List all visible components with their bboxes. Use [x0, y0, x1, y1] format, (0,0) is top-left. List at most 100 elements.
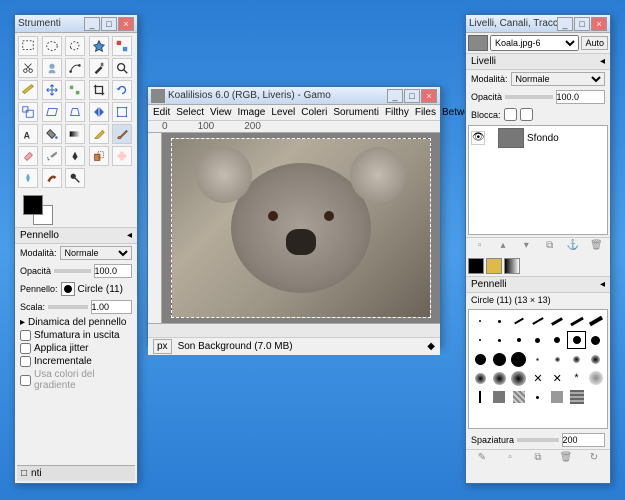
layers-titlebar[interactable]: Livelli, Canali, Tracciati, Annulla - P.…	[466, 15, 610, 33]
layer-name[interactable]: Sfondo	[527, 133, 559, 144]
brush-item[interactable]	[548, 312, 566, 330]
delete-brush-icon[interactable]: 🗑	[559, 452, 573, 466]
opacity-value[interactable]	[94, 264, 132, 278]
brush-item[interactable]	[471, 369, 489, 387]
close-button[interactable]: ×	[421, 89, 437, 103]
doc-dropdown[interactable]: Koala.jpg-6	[490, 35, 579, 51]
tool-measure[interactable]	[18, 80, 38, 100]
tool-cage[interactable]	[112, 102, 132, 122]
tool-heal[interactable]	[112, 146, 132, 166]
brush-item[interactable]	[490, 388, 508, 406]
tool-bucket-fill[interactable]	[42, 124, 62, 144]
menu-tools[interactable]: Sorumenti	[333, 107, 379, 118]
layer-opacity-value[interactable]	[556, 90, 605, 104]
duplicate-brush-icon[interactable]: ⧉	[531, 452, 545, 466]
tool-rotate[interactable]	[112, 80, 132, 100]
menu-icon[interactable]: ◂	[600, 56, 605, 67]
brush-item[interactable]	[490, 350, 508, 368]
lock-alpha-checkbox[interactable]	[520, 108, 533, 121]
tool-crop[interactable]	[89, 80, 109, 100]
menu-files[interactable]: Files	[415, 107, 436, 118]
tool-foreground-select[interactable]	[42, 58, 62, 78]
tool-color-picker[interactable]	[89, 58, 109, 78]
brush-item[interactable]	[529, 350, 547, 368]
gradient-preview[interactable]	[504, 258, 520, 274]
menu-image[interactable]: Image	[238, 107, 266, 118]
maximize-button[interactable]: □	[101, 17, 117, 31]
delete-layer-icon[interactable]: 🗑	[589, 240, 603, 254]
brush-item[interactable]	[529, 388, 547, 406]
incremental-checkbox[interactable]	[20, 356, 31, 367]
brush-item[interactable]	[510, 331, 528, 349]
menu-edit[interactable]: Edit	[153, 107, 170, 118]
edit-brush-icon[interactable]: ✎	[475, 452, 489, 466]
gradient-checkbox[interactable]	[20, 375, 31, 386]
brush-item[interactable]	[587, 331, 605, 349]
unit-select[interactable]: px	[153, 339, 172, 354]
tool-pencil[interactable]	[89, 124, 109, 144]
tool-text[interactable]: A	[18, 124, 38, 144]
duplicate-layer-icon[interactable]: ⧉	[543, 240, 557, 254]
tool-airbrush[interactable]	[42, 146, 62, 166]
menu-select[interactable]: Select	[176, 107, 204, 118]
opacity-slider[interactable]	[54, 269, 90, 273]
jitter-checkbox[interactable]	[20, 343, 31, 354]
menu-filters[interactable]: Filthy	[385, 107, 409, 118]
tool-zoom[interactable]	[112, 58, 132, 78]
brush-item[interactable]	[510, 312, 528, 330]
new-brush-icon[interactable]: ▫	[503, 452, 517, 466]
layer-opacity-slider[interactable]	[505, 95, 552, 99]
brush-item[interactable]	[490, 331, 508, 349]
nav-icon[interactable]: ◆	[427, 341, 435, 352]
minimize-button[interactable]: _	[387, 89, 403, 103]
brush-preview[interactable]	[468, 258, 484, 274]
tool-eraser[interactable]	[18, 146, 38, 166]
scale-slider[interactable]	[48, 305, 88, 309]
brush-item[interactable]	[567, 312, 585, 330]
brush-item[interactable]	[587, 369, 605, 387]
scrollbar-horizontal[interactable]	[148, 323, 440, 337]
brush-item[interactable]	[548, 388, 566, 406]
tool-paintbrush[interactable]	[112, 124, 132, 144]
tool-free-select[interactable]	[65, 36, 85, 56]
brush-item[interactable]	[567, 350, 585, 368]
scale-value[interactable]	[91, 300, 133, 314]
lock-pixels-checkbox[interactable]	[504, 108, 517, 121]
tool-scale[interactable]	[18, 102, 38, 122]
spacing-value[interactable]	[562, 433, 605, 447]
fade-checkbox[interactable]	[20, 330, 31, 341]
anchor-layer-icon[interactable]: ⚓	[566, 240, 580, 254]
tool-move[interactable]	[42, 80, 62, 100]
brush-item[interactable]	[471, 388, 489, 406]
brush-item[interactable]	[510, 369, 528, 387]
minimize-button[interactable]: _	[557, 17, 573, 31]
toolbox-titlebar[interactable]: Strumenti _ □ ×	[15, 15, 137, 33]
new-layer-icon[interactable]: ▫	[473, 240, 487, 254]
menu-icon[interactable]: ◂	[127, 230, 132, 241]
image-titlebar[interactable]: Koalilisios 6.0 (RGB, Liveris) - Gamo _ …	[148, 87, 440, 105]
brush-item[interactable]	[548, 350, 566, 368]
brush-item[interactable]	[490, 369, 508, 387]
visibility-icon[interactable]: 👁	[471, 131, 485, 145]
pattern-preview[interactable]	[486, 258, 502, 274]
brush-item[interactable]	[548, 331, 566, 349]
foreground-color[interactable]	[23, 195, 43, 215]
auto-button[interactable]: Auto	[581, 36, 608, 50]
brush-preview[interactable]	[61, 282, 75, 296]
layer-item[interactable]: 👁 Sfondo	[469, 126, 607, 150]
brush-item[interactable]	[510, 388, 528, 406]
menu-colors[interactable]: Coleri	[301, 107, 327, 118]
tool-ink[interactable]	[65, 146, 85, 166]
brush-item[interactable]	[529, 312, 547, 330]
tool-blur[interactable]	[18, 168, 38, 188]
tool-dodge[interactable]	[65, 168, 85, 188]
raise-layer-icon[interactable]: ▴	[496, 240, 510, 254]
tool-rect-select[interactable]	[18, 36, 38, 56]
minimize-button[interactable]: _	[84, 17, 100, 31]
layer-mode-select[interactable]: Normale	[511, 72, 605, 86]
tool-ellipse-select[interactable]	[42, 36, 62, 56]
status-icon[interactable]: □	[21, 468, 27, 479]
tool-smudge[interactable]	[42, 168, 62, 188]
menu-level[interactable]: Level	[271, 107, 295, 118]
brush-item[interactable]	[490, 312, 508, 330]
